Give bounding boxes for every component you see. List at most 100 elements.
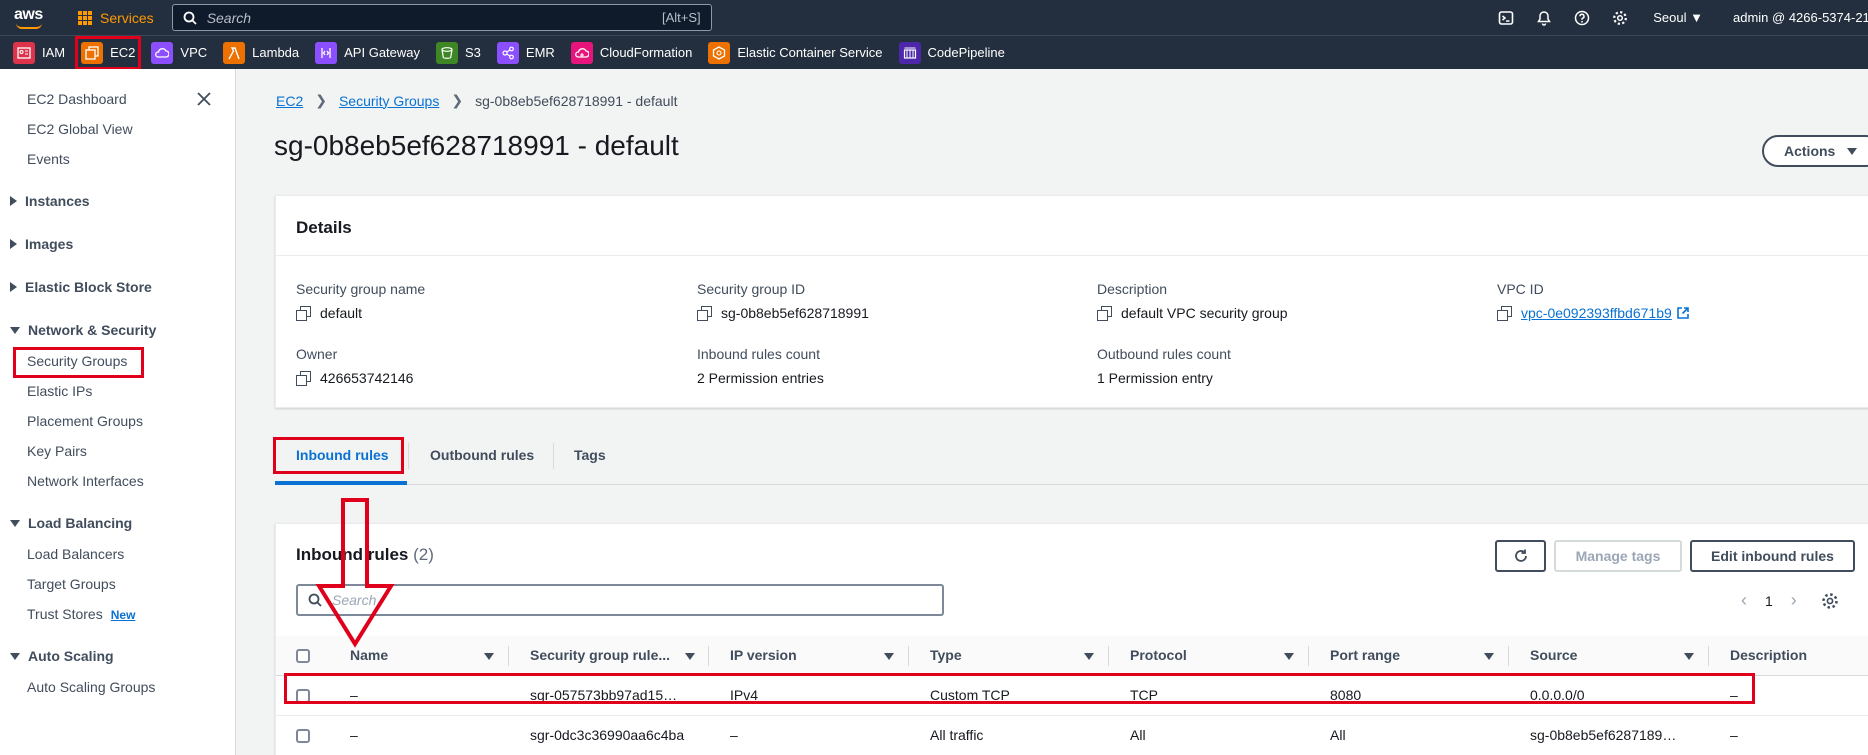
sidebar-item-ec2-global-view[interactable]: EC2 Global View [27, 121, 133, 137]
copy-icon[interactable] [296, 306, 311, 321]
cell-protocol: All [1130, 727, 1146, 743]
sidebar-section-load-balancing[interactable]: Load Balancing [10, 515, 132, 531]
new-badge: New [110, 608, 136, 622]
ecs-service-icon [708, 41, 731, 64]
sidebar-section-images[interactable]: Images [10, 236, 73, 252]
fav-vpc[interactable]: VPC [151, 41, 207, 64]
sidebar-item-trust-stores[interactable]: Trust Stores New [27, 606, 135, 622]
settings-gear-icon[interactable] [1601, 10, 1639, 26]
copy-icon[interactable] [1497, 306, 1512, 321]
sort-caret-icon[interactable] [685, 653, 695, 660]
fav-iam[interactable]: IAM [13, 41, 65, 64]
col-ip-version[interactable]: IP version [730, 647, 797, 663]
actions-label: Actions [1784, 143, 1836, 159]
col-protocol[interactable]: Protocol [1130, 647, 1187, 663]
sort-caret-icon[interactable] [1084, 653, 1094, 660]
sort-caret-icon[interactable] [884, 653, 894, 660]
detail-inbound-count: Inbound rules count 2 Permission entries [697, 346, 824, 386]
copy-icon[interactable] [697, 306, 712, 321]
col-divider[interactable] [1708, 646, 1709, 666]
sidebar-item-key-pairs[interactable]: Key Pairs [27, 443, 87, 459]
detail-label: Security group ID [697, 281, 806, 297]
edit-inbound-rules-button[interactable]: Edit inbound rules [1690, 540, 1855, 572]
services-menu-button[interactable]: Services [78, 10, 154, 26]
manage-tags-button[interactable]: Manage tags [1554, 540, 1682, 572]
cell-description: – [1730, 727, 1738, 743]
vpc-link[interactable]: vpc-0e092393ffbd671b9 [1521, 305, 1672, 321]
col-description[interactable]: Description [1730, 647, 1807, 663]
page-number[interactable]: 1 [1765, 593, 1773, 609]
section-label: Images [25, 236, 74, 252]
emr-service-icon [496, 41, 519, 64]
fav-ec2[interactable]: EC2 [75, 35, 142, 70]
annotation-highlight-security-groups [13, 347, 144, 378]
sidebar-item-events[interactable]: Events [27, 151, 70, 167]
col-type[interactable]: Type [930, 647, 962, 663]
vpc-service-icon [151, 41, 174, 64]
account-menu[interactable]: admin @ 4266-5374-21 [1733, 10, 1868, 25]
sort-caret-icon[interactable] [1484, 653, 1494, 660]
col-port-range[interactable]: Port range [1330, 647, 1400, 663]
col-divider[interactable] [908, 646, 909, 666]
table-row[interactable]: – sgr-0dc3c36990aa6c4ba – All traffic Al… [276, 716, 1868, 755]
sidebar-item-auto-scaling-groups[interactable]: Auto Scaling Groups [27, 679, 155, 695]
col-divider[interactable] [1108, 646, 1109, 666]
sidebar-section-auto-scaling[interactable]: Auto Scaling [10, 648, 114, 664]
detail-label: Owner [296, 346, 338, 362]
col-divider[interactable] [1308, 646, 1309, 666]
row-checkbox[interactable] [296, 729, 310, 743]
fav-ecs[interactable]: Elastic Container Service [708, 41, 883, 64]
fav-emr[interactable]: EMR [496, 41, 555, 64]
search-icon [183, 11, 197, 25]
region-selector[interactable]: Seoul ▼ [1653, 10, 1703, 25]
settings-gear-icon[interactable] [1821, 592, 1839, 610]
copy-icon[interactable] [296, 371, 311, 386]
fav-label: API Gateway [344, 45, 421, 60]
aws-logo[interactable]: aws [14, 4, 48, 32]
close-icon[interactable] [196, 91, 216, 111]
sidebar-item-ec2-dashboard[interactable]: EC2 Dashboard [27, 91, 127, 107]
notifications-bell-icon[interactable] [1525, 10, 1563, 26]
sidebar-item-load-balancers[interactable]: Load Balancers [27, 546, 124, 562]
select-all-checkbox[interactable] [296, 649, 310, 663]
col-source[interactable]: Source [1530, 647, 1577, 663]
col-divider[interactable] [508, 646, 509, 666]
col-sg-rule-id[interactable]: Security group rule... [530, 647, 670, 663]
col-name[interactable]: Name [350, 647, 388, 663]
sidebar-item-placement-groups[interactable]: Placement Groups [27, 413, 143, 429]
cloudshell-icon[interactable] [1487, 10, 1525, 26]
tab-tags[interactable]: Tags [574, 447, 606, 463]
sidebar-item-network-interfaces[interactable]: Network Interfaces [27, 473, 144, 489]
refresh-button[interactable] [1495, 540, 1546, 572]
sidebar-item-elastic-ips[interactable]: Elastic IPs [27, 383, 92, 399]
fav-api-gateway[interactable]: API Gateway [315, 41, 421, 64]
global-search-input[interactable]: Search [Alt+S] [171, 4, 712, 31]
fav-s3[interactable]: S3 [436, 41, 481, 64]
sidebar-item-target-groups[interactable]: Target Groups [27, 576, 116, 592]
breadcrumb-security-groups[interactable]: Security Groups [339, 93, 439, 109]
external-link-icon [1676, 307, 1689, 319]
sort-caret-icon[interactable] [1284, 653, 1294, 660]
help-icon[interactable] [1563, 10, 1601, 26]
sidebar-section-network-security[interactable]: Network & Security [10, 322, 156, 338]
top-navigation: aws Services Search [Alt+S] Seoul ▼ admi… [0, 0, 1868, 35]
sidebar-section-ebs[interactable]: Elastic Block Store [10, 279, 152, 295]
sidebar-section-instances[interactable]: Instances [10, 193, 90, 209]
copy-icon[interactable] [1097, 306, 1112, 321]
fav-codepipeline[interactable]: CodePipeline [898, 41, 1005, 64]
fav-lambda[interactable]: Lambda [223, 41, 299, 64]
actions-button[interactable]: Actions [1762, 135, 1868, 167]
detail-owner: Owner 426653742146 [296, 346, 413, 386]
rules-count: (2) [413, 545, 434, 564]
next-page-icon[interactable]: › [1791, 590, 1797, 611]
sort-caret-icon[interactable] [1684, 653, 1694, 660]
breadcrumb-ec2[interactable]: EC2 [276, 93, 303, 109]
caret-right-icon [10, 239, 17, 249]
section-label: Auto Scaling [28, 648, 114, 664]
fav-cloudformation[interactable]: CloudFormation [570, 41, 692, 64]
col-divider[interactable] [708, 646, 709, 666]
prev-page-icon[interactable]: ‹ [1741, 590, 1747, 611]
sort-caret-icon[interactable] [484, 653, 494, 660]
tab-outbound-rules[interactable]: Outbound rules [430, 447, 534, 463]
col-divider[interactable] [1508, 646, 1509, 666]
